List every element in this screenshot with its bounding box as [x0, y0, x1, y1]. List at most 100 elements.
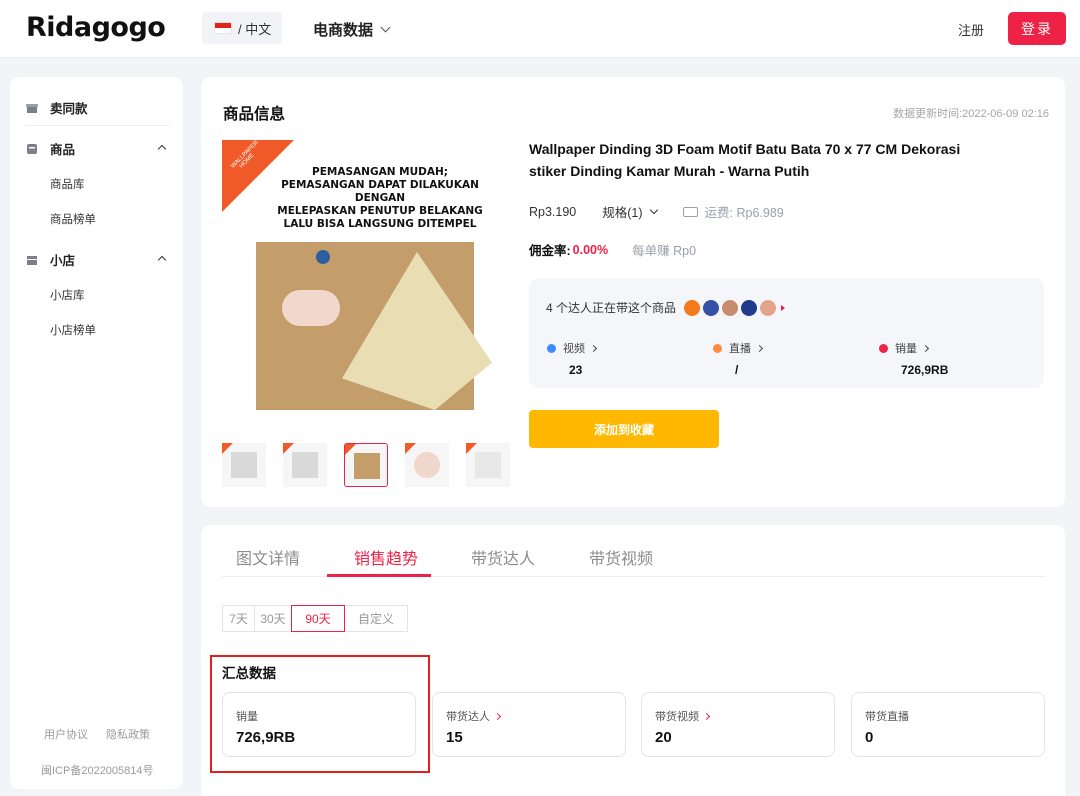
product-main-image[interactable]: WALLPAPER HOME PEMASANGAN MUDAH; PEMASAN…: [222, 140, 505, 423]
earn-per-order: 每单赚 Rp0: [632, 244, 697, 258]
logo[interactable]: Ridagogo: [26, 12, 166, 43]
summary-value: 15: [446, 729, 463, 746]
shipping-text: 运费: Rp6.989: [704, 206, 784, 220]
creator-stats-box: 4 个达人正在带这个商品 视频 23 直播 / 销量 726,9RB: [529, 278, 1044, 388]
language-switcher[interactable]: / 中文: [202, 12, 282, 44]
indonesia-flag-icon: [214, 22, 232, 34]
sidebar-item-label: 小店: [50, 254, 76, 268]
thumbnail[interactable]: [466, 443, 510, 487]
price-row: Rp3.190 规格(1) 运费: Rp6.989: [529, 202, 784, 221]
creators-text: 4 个达人正在带这个商品: [546, 301, 677, 315]
language-label: / 中文: [238, 21, 272, 37]
box-icon: [26, 143, 38, 155]
chevron-right-icon: [493, 712, 502, 720]
range-30d[interactable]: 30天: [254, 605, 292, 632]
shop-icon: [26, 254, 38, 266]
sidebar-item-label: 卖同款: [50, 102, 88, 116]
tab-sales-trend[interactable]: 销售趋势: [354, 545, 418, 569]
top-bar: Ridagogo / 中文 电商数据 注册 登录: [0, 0, 1080, 58]
summary-label: 带货达人: [446, 711, 490, 723]
chevron-right-icon: [921, 344, 930, 352]
summary-videos[interactable]: 带货视频 20: [641, 692, 835, 757]
creators-row[interactable]: 4 个达人正在带这个商品: [546, 299, 786, 316]
nav-menu-ecommerce-data[interactable]: 电商数据: [313, 19, 391, 40]
thumbnail[interactable]: [283, 443, 327, 487]
thumbnail[interactable]: [222, 443, 266, 487]
thumbnail-strip: [222, 443, 510, 487]
hand: [282, 290, 340, 326]
summary-value: 0: [865, 729, 874, 746]
section-title: 商品信息: [223, 106, 286, 123]
nav-menu-label: 电商数据: [313, 22, 374, 39]
summary-label: 销量: [236, 711, 258, 723]
tab-creators[interactable]: 带货达人: [471, 545, 535, 569]
sidebar-subitem-product-ranking[interactable]: 商品榜单: [50, 211, 96, 227]
chevron-right-icon: [589, 344, 598, 352]
tab-videos[interactable]: 带货视频: [589, 545, 653, 569]
caret-right-icon: [781, 304, 786, 311]
commission-label: 佣金率:: [529, 244, 571, 258]
commission-row: 佣金率: 0.00% 每单赚 Rp0: [529, 240, 696, 259]
add-to-favorites-button[interactable]: 添加到收藏: [529, 410, 719, 448]
spec-dropdown[interactable]: 规格(1): [602, 202, 658, 221]
sidebar-subitem-shop-library[interactable]: 小店库: [50, 287, 85, 303]
spec-label: 规格(1): [602, 206, 643, 220]
chevron-up-icon[interactable]: [157, 255, 167, 265]
sidebar-item-shops[interactable]: 小店: [26, 250, 75, 269]
product-name: Wallpaper Dinding 3D Foam Motif Batu Bat…: [529, 141, 961, 179]
video-icon: [547, 343, 556, 353]
chevron-right-icon: [755, 344, 764, 352]
summary-value: 20: [655, 729, 672, 746]
creator-avatars: [684, 299, 777, 316]
divider: [26, 125, 170, 126]
sidebar-subitem-shop-ranking[interactable]: 小店榜单: [50, 322, 96, 338]
sidebar: 卖同款 商品 商品库 商品榜单 小店 小店库 小店榜单 用户协议 隐私政策 闽I…: [10, 77, 183, 789]
range-custom[interactable]: 自定义: [344, 605, 408, 632]
date-range-selector: 7天 30天 90天 自定义: [222, 605, 408, 632]
thumbnail-selected[interactable]: [344, 443, 388, 487]
sidebar-subitem-product-library[interactable]: 商品库: [50, 176, 85, 192]
avatar[interactable]: [741, 299, 758, 316]
user-agreement-link[interactable]: 用户协议: [44, 726, 88, 742]
tab-details[interactable]: 图文详情: [236, 545, 300, 569]
image-caption: PEMASANGAN MUDAH; PEMASANGAN DAPAT DILAK…: [277, 166, 483, 230]
sidebar-item-products[interactable]: 商品: [26, 139, 75, 158]
thumbnail[interactable]: [405, 443, 449, 487]
commission-value: 0.00%: [572, 242, 609, 257]
login-button[interactable]: 登录: [1008, 12, 1066, 45]
sidebar-item-label: 商品: [50, 143, 76, 157]
data-update-time: 数据更新时间:2022-06-09 02:16: [893, 108, 1049, 120]
stat-label: 视频: [563, 343, 585, 355]
stat-live[interactable]: 直播 /: [713, 340, 764, 377]
privacy-policy-link[interactable]: 隐私政策: [106, 726, 150, 742]
avatar[interactable]: [684, 299, 701, 316]
shipping-fee: 运费: Rp6.989: [682, 202, 784, 221]
stat-sales[interactable]: 销量 726,9RB: [879, 340, 948, 377]
product-price: Rp3.190: [529, 204, 577, 219]
chevron-down-icon: [649, 205, 658, 214]
sidebar-item-same-product[interactable]: 卖同款: [26, 98, 88, 117]
avatar[interactable]: [722, 299, 739, 316]
chevron-right-icon: [702, 712, 711, 720]
tab-bar: 图文详情 销售趋势 带货达人 带货视频: [222, 525, 1045, 577]
sales-trend-card: 图文详情 销售趋势 带货达人 带货视频 7天 30天 90天 自定义 汇总数据 …: [201, 525, 1065, 796]
stat-value: 23: [569, 363, 583, 377]
live-icon: [713, 343, 722, 353]
register-link[interactable]: 注册: [958, 20, 984, 39]
stat-label: 直播: [729, 343, 751, 355]
range-90d[interactable]: 90天: [291, 605, 345, 632]
chevron-up-icon[interactable]: [157, 144, 167, 154]
product-info-card: 商品信息 数据更新时间:2022-06-09 02:16 WALLPAPER H…: [201, 77, 1065, 507]
stat-videos[interactable]: 视频 23: [547, 340, 598, 377]
stat-value: 726,9RB: [901, 363, 949, 377]
summary-value: 726,9RB: [236, 729, 296, 746]
summary-creators[interactable]: 带货达人 15: [432, 692, 626, 757]
stat-label: 销量: [895, 343, 917, 355]
stat-value: /: [735, 363, 739, 377]
summary-sales: 销量 726,9RB: [222, 692, 416, 757]
range-7d[interactable]: 7天: [222, 605, 255, 632]
avatar[interactable]: [703, 299, 720, 316]
icp-license[interactable]: 闽ICP备2022005814号: [41, 762, 154, 778]
summary-label: 带货直播: [865, 711, 909, 723]
avatar[interactable]: [760, 299, 777, 316]
